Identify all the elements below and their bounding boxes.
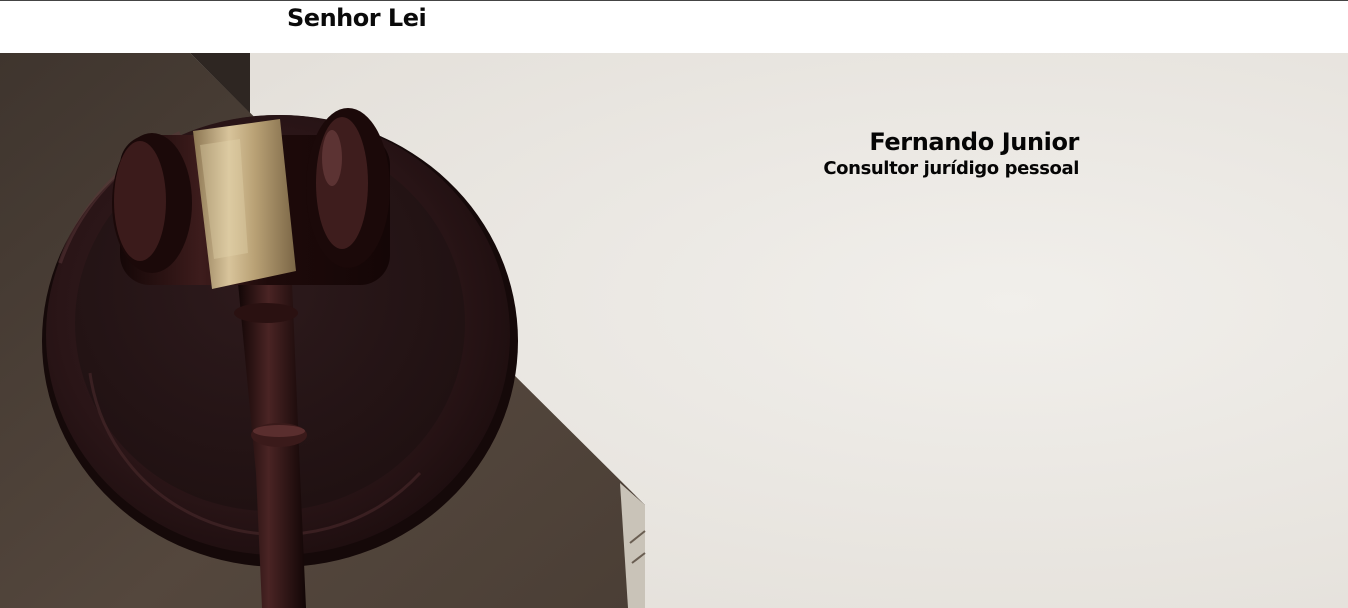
hero-role: Consultor jurídigo pessoal xyxy=(823,158,1079,179)
hero-text-block: Fernando Junior Consultor jurídigo pesso… xyxy=(823,127,1079,181)
gavel-image xyxy=(0,53,1348,608)
hero-section: Fernando Junior Consultor jurídigo pesso… xyxy=(0,53,1348,608)
site-header: Senhor Lei xyxy=(0,0,1348,53)
site-logo-text[interactable]: Senhor Lei xyxy=(287,2,427,34)
hero-name: Fernando Junior xyxy=(869,128,1079,156)
page: Senhor Lei Fernando Junior Consultor jur… xyxy=(0,0,1348,608)
